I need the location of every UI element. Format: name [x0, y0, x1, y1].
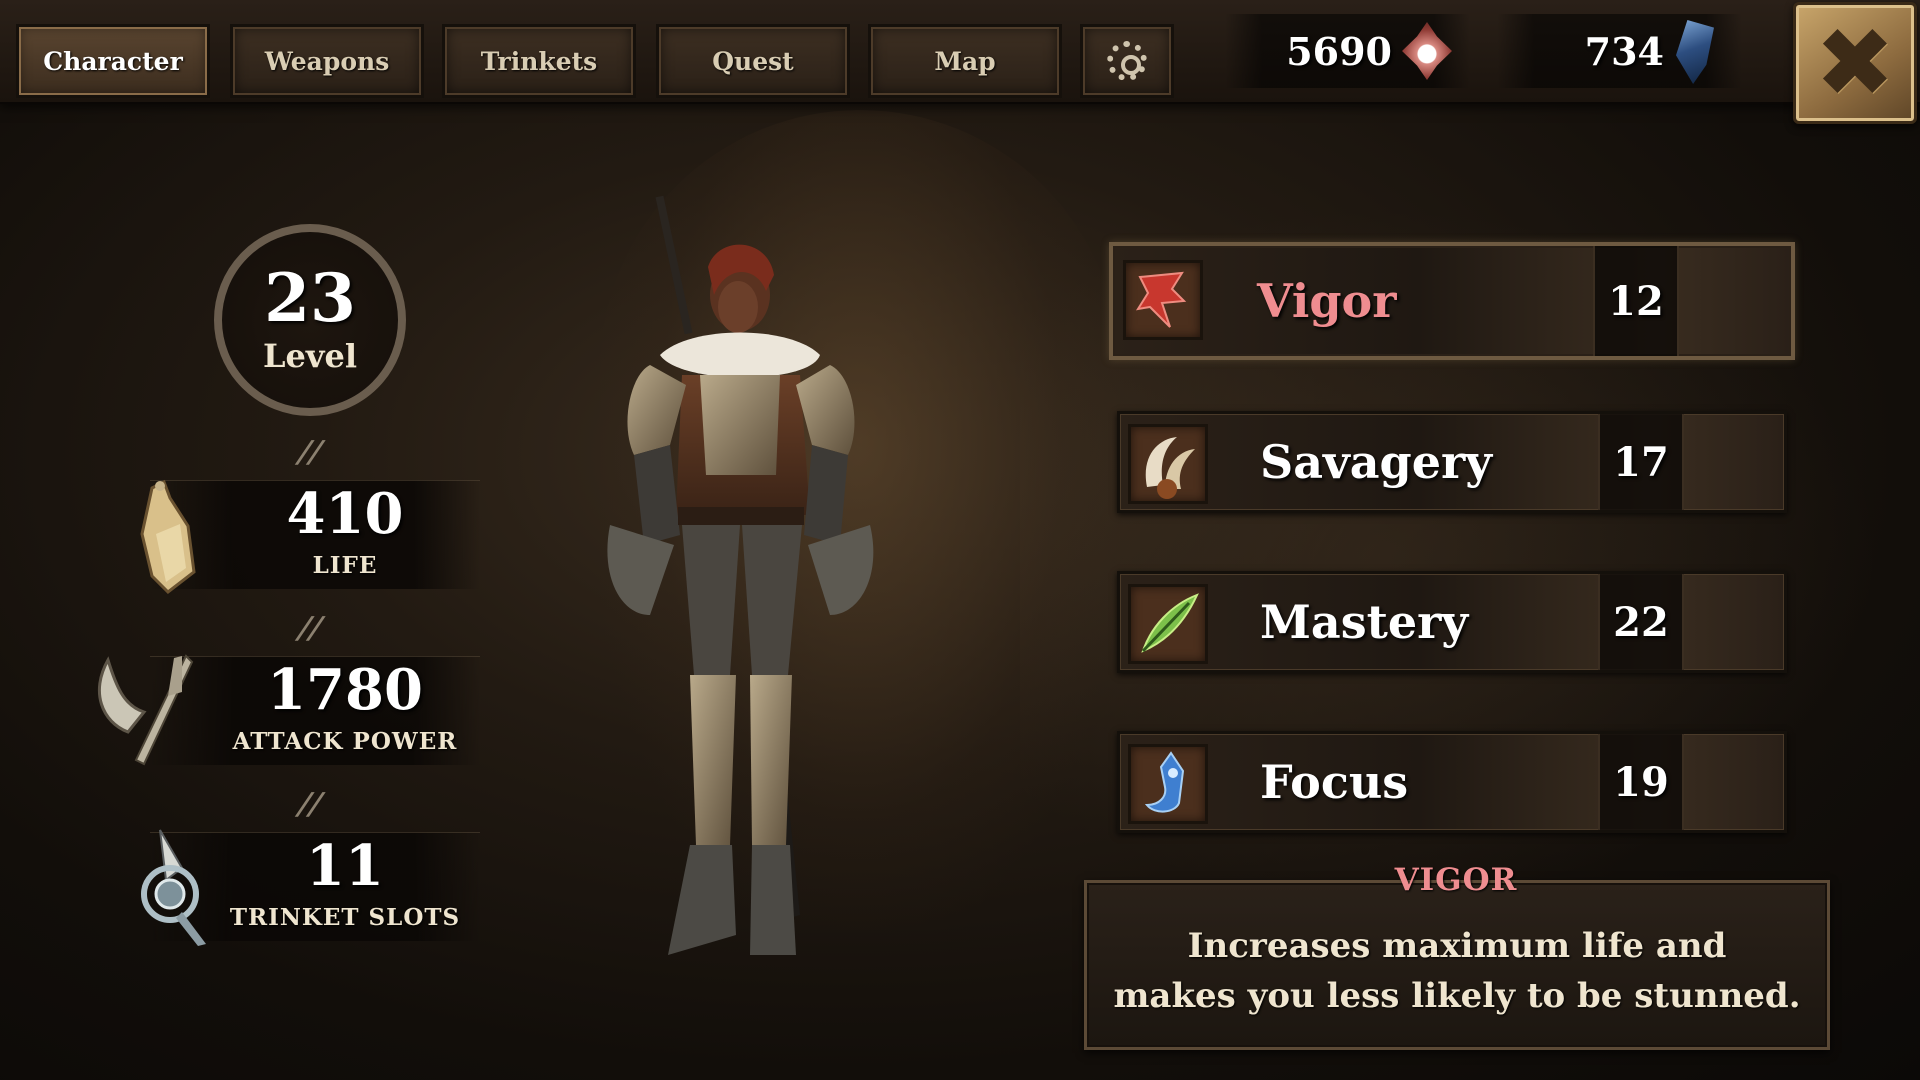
attack-power-label: ATTACK POWER — [232, 728, 458, 755]
claw-icon — [1128, 424, 1208, 504]
top-bar: Character Weapons Trinkets Quest Map 569… — [0, 0, 1920, 104]
tab-character[interactable]: Character — [16, 24, 210, 98]
tab-quest[interactable]: Quest — [656, 24, 850, 98]
close-icon: ✖ — [1814, 7, 1896, 119]
gear-icon — [1107, 41, 1147, 81]
attribute-row-vigor[interactable]: Vigor 12 — [1109, 242, 1795, 360]
blood-currency: 5690 — [1225, 14, 1470, 88]
level-badge: 23 Level — [214, 224, 406, 416]
life-label: LIFE — [312, 552, 378, 579]
attribute-description-panel: Increases maximum life and makes you les… — [1084, 880, 1830, 1050]
description-line-1: Increases maximum life and — [1187, 926, 1727, 966]
trinket-slots-label: TRINKET SLOTS — [229, 904, 461, 931]
description-title: VIGOR — [1394, 862, 1518, 898]
blue-shard-icon — [1676, 20, 1714, 84]
tab-weapons[interactable]: Weapons — [230, 24, 424, 98]
life-value: 410 — [286, 481, 404, 547]
attribute-value: 17 — [1598, 414, 1684, 510]
character-figure — [607, 195, 874, 955]
settings-button[interactable] — [1080, 24, 1174, 98]
attribute-row-focus[interactable]: Focus 19 — [1117, 731, 1787, 833]
attribute-value: 19 — [1598, 734, 1684, 830]
focus-icon — [1128, 744, 1208, 824]
close-button[interactable]: ✖ — [1793, 2, 1917, 124]
level-value: 23 — [264, 259, 356, 337]
stat-life: 410 LIFE — [130, 476, 480, 594]
attribute-row-mastery[interactable]: Mastery 22 — [1117, 571, 1787, 673]
vigor-icon — [1123, 260, 1203, 340]
description-line-2: makes you less likely to be stunned. — [1113, 976, 1801, 1016]
axe-icon — [97, 654, 194, 766]
attribute-name: Vigor — [1257, 274, 1397, 328]
trinket-slots-value: 11 — [306, 833, 384, 899]
stat-attack-power: 1780 ATTACK POWER — [97, 652, 480, 766]
tab-trinkets[interactable]: Trinkets — [442, 24, 636, 98]
attribute-name: Focus — [1260, 755, 1409, 809]
divider-icon: // — [292, 435, 328, 470]
divider-icon: // — [292, 611, 328, 646]
blood-currency-value: 5690 — [1286, 28, 1392, 74]
attribute-value: 12 — [1593, 246, 1679, 356]
attribute-value: 22 — [1598, 574, 1684, 670]
divider-icon: // — [292, 787, 328, 822]
shard-currency-value: 734 — [1584, 28, 1664, 74]
blood-orb-icon — [1402, 22, 1452, 80]
stat-trinket-slots: 11 TRINKET SLOTS — [130, 828, 480, 946]
feather-icon — [1128, 584, 1208, 664]
attribute-name: Mastery — [1260, 595, 1469, 649]
attack-power-value: 1780 — [267, 657, 423, 723]
shard-currency: 734 — [1497, 14, 1742, 88]
attribute-row-savagery[interactable]: Savagery 17 — [1117, 411, 1787, 513]
attribute-name: Savagery — [1260, 435, 1492, 489]
level-label: Level — [263, 337, 357, 375]
tab-map[interactable]: Map — [868, 24, 1062, 98]
